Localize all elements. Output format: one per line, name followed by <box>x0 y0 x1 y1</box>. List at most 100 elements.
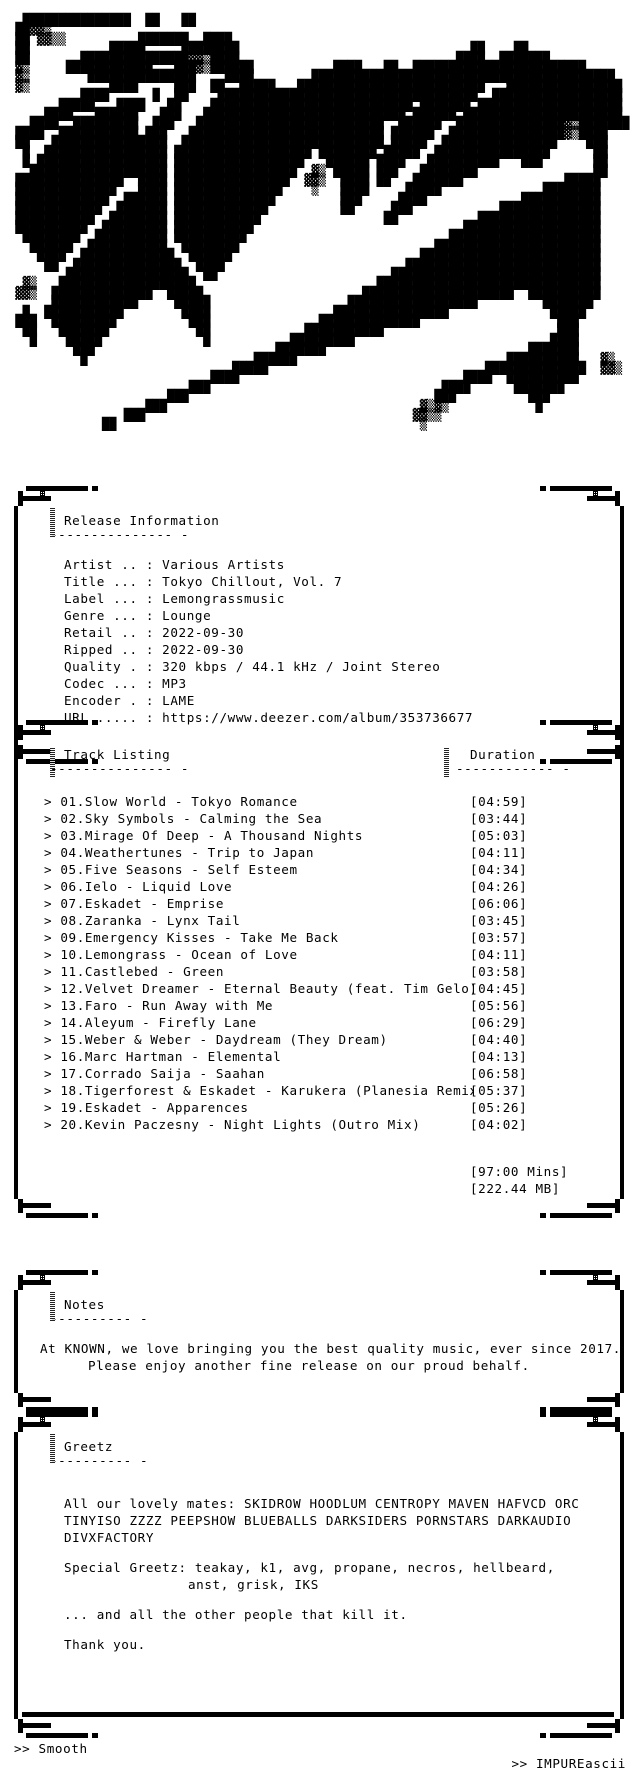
track-duration: [04:26] <box>470 879 528 894</box>
duration-rule: ------------ - <box>456 761 571 776</box>
track-row: > 08.Zaranka - Lynx Tail [03:45] <box>18 912 620 929</box>
notes-body: Notes ---------- - At KNOWN, we love bri… <box>14 1290 624 1393</box>
release-info-row: Label ... : Lemongrassmusic <box>64 591 285 606</box>
release-info-row: Encoder . : LAME <box>64 693 195 708</box>
track-duration: [05:56] <box>470 998 528 1013</box>
ascii-artist-signature: sM <box>505 78 521 91</box>
track-duration: [04:02] <box>470 1117 528 1132</box>
greetz-others-line: ... and all the other people that kill i… <box>64 1607 408 1622</box>
track-row: > 05.Five Seasons - Self Esteem [04:34] <box>18 861 620 878</box>
track-title: > 01.Slow World - Tokyo Romance <box>44 794 298 809</box>
track-row: > 07.Eskadet - Emprise [06:06] <box>18 895 620 912</box>
release-info-row: Genre ... : Lounge <box>64 608 212 623</box>
track-title: > 18.Tigerforest & Eskadet - Karukera (P… <box>44 1083 474 1098</box>
panel-corner-top <box>14 1268 624 1290</box>
track-title: > 04.Weathertunes - Trip to Japan <box>44 845 315 860</box>
track-duration: [05:37] <box>470 1083 528 1098</box>
track-duration: [06:29] <box>470 1015 528 1030</box>
track-row: > 13.Faro - Run Away with Me [05:56] <box>18 997 620 1014</box>
track-title: > 20.Kevin Paczesny - Night Lights (Outr… <box>44 1117 421 1132</box>
track-row: > 02.Sky Symbols - Calming the Sea [03:44… <box>18 810 620 827</box>
panel-corner-bottom <box>14 1199 624 1221</box>
track-duration: [04:59] <box>470 794 528 809</box>
track-duration: [05:03] <box>470 828 528 843</box>
notes-heading: Notes <box>64 1297 105 1312</box>
track-title: > 13.Faro - Run Away with Me <box>44 998 274 1013</box>
release-info-row: Title ... : Tokyo Chillout, Vol. 7 <box>64 574 343 589</box>
track-title: > 10.Lemongrass - Ocean of Love <box>44 947 298 962</box>
duration-accent-bar <box>444 747 449 777</box>
greetz-heading: Greetz <box>64 1439 114 1454</box>
track-title: > 05.Five Seasons - Self Esteem <box>44 862 298 877</box>
track-title: > 14.Aleyum - Firefly Lane <box>44 1015 257 1030</box>
track-listing-panel: Track Listing --------------- - Duration… <box>14 718 624 1221</box>
track-rows: > 01.Slow World - Tokyo Romance [04:59] > … <box>18 793 620 1133</box>
track-row: > 09.Emergency Kisses - Take Me Back [03:… <box>18 929 620 946</box>
track-duration: [05:26] <box>470 1100 528 1115</box>
greetz-thanks-line: Thank you. <box>64 1637 146 1652</box>
footer-left-credit: >> Smooth <box>14 1741 88 1756</box>
release-info-row: Ripped .. : 2022-09-30 <box>64 642 245 657</box>
panel-corner-top <box>14 1410 624 1432</box>
track-title: > 02.Sky Symbols - Calming the Sea <box>44 811 323 826</box>
greetz-panel: Greetz ---------- - All our lovely mates… <box>14 1410 624 1741</box>
total-size: [222.44 MB] <box>470 1181 561 1196</box>
track-row: > 04.Weathertunes - Trip to Japan [04:11] <box>18 844 620 861</box>
track-title: > 07.Eskadet - Emprise <box>44 896 225 911</box>
greetz-mates-line-2: TINYISO ZZZZ PEEPSHOW BLUEBALLS DARKSIDE… <box>64 1513 572 1528</box>
track-duration: [06:58] <box>470 1066 528 1081</box>
track-title: > 19.Eskadet - Apparences <box>44 1100 249 1115</box>
track-row: > 17.Corrado Saija - Saahan [06:58] <box>18 1065 620 1082</box>
track-row: > 11.Castlebed - Green [03:58] <box>18 963 620 980</box>
track-title: > 15.Weber & Weber - Daydream (They Drea… <box>44 1032 388 1047</box>
track-title: > 08.Zaranka - Lynx Tail <box>44 913 241 928</box>
track-row: > 10.Lemongrass - Ocean of Love [04:11] <box>18 946 620 963</box>
track-title: > 11.Castlebed - Green <box>44 964 225 979</box>
release-information-heading: Release Information <box>64 513 220 528</box>
track-duration: [03:58] <box>470 964 528 979</box>
release-info-row: Quality . : 320 kbps / 44.1 kHz / Joint … <box>64 659 441 674</box>
track-row: > 06.Ielo - Liquid Love [04:26] <box>18 878 620 895</box>
bottom-divider <box>22 1712 614 1717</box>
track-listing-rule: --------------- - <box>50 761 190 776</box>
total-size-row: [222.44 MB] <box>18 1163 620 1196</box>
notes-panel: Notes ---------- - At KNOWN, we love bri… <box>14 1268 624 1415</box>
special-greetz-line-2: anst, grisk, IKS <box>188 1577 319 1592</box>
track-duration: [04:45] <box>470 981 528 996</box>
track-duration: [06:06] <box>470 896 528 911</box>
release-info-row: Artist .. : Various Artists <box>64 557 285 572</box>
footer-right-credit: >> IMPUREascii <box>511 1756 626 1771</box>
track-duration: [04:34] <box>470 862 528 877</box>
track-row: > 20.Kevin Paczesny - Night Lights (Outr… <box>18 1116 620 1133</box>
greetz-mates-line-1: All our lovely mates: SKIDROW HOODLUM CE… <box>64 1496 580 1511</box>
nfo-document: ███████████████ ██ ██ ██▓▓▒ ██ ▓▓▒▒ ████… <box>0 0 638 1771</box>
track-duration: [04:11] <box>470 947 528 962</box>
ascii-logo-art: ███████████████ ██ ██ ██▓▓▒ ██ ▓▓▒▒ ████… <box>15 13 630 432</box>
track-duration: [03:57] <box>470 930 528 945</box>
release-information-rows: Artist .. : Various Artists Title ... : T… <box>18 556 620 726</box>
greetz-body: Greetz ---------- - All our lovely mates… <box>14 1432 624 1719</box>
track-row: > 18.Tigerforest & Eskadet - Karukera (P… <box>18 1082 620 1099</box>
track-title: > 06.Ielo - Liquid Love <box>44 879 233 894</box>
track-duration: [04:11] <box>470 845 528 860</box>
track-duration: [03:44] <box>470 811 528 826</box>
track-row: > 19.Eskadet - Apparences [05:26] <box>18 1099 620 1116</box>
notes-line-1: At KNOWN, we love bringing you the best … <box>40 1341 621 1356</box>
track-listing-body: Track Listing --------------- - Duration… <box>14 740 624 1199</box>
special-greetz-line-1: Special Greetz: teakay, k1, avg, propane… <box>64 1560 555 1575</box>
track-row: > 15.Weber & Weber - Daydream (They Drea… <box>18 1031 620 1048</box>
total-duration-row: [97:00 Mins] <box>18 1146 620 1179</box>
track-duration: [03:45] <box>470 913 528 928</box>
track-row: > 14.Aleyum - Firefly Lane [06:29] <box>18 1014 620 1031</box>
track-title: > 17.Corrado Saija - Saahan <box>44 1066 265 1081</box>
notes-line-2: Please enjoy another fine release on our… <box>88 1358 530 1373</box>
track-title: > 03.Mirage Of Deep - A Thousand Nights <box>44 828 364 843</box>
track-row: > 03.Mirage Of Deep - A Thousand Nights [… <box>18 827 620 844</box>
track-duration: [04:40] <box>470 1032 528 1047</box>
footer: >> Smooth >> IMPUREascii <box>0 1726 638 1786</box>
track-row: > 16.Marc Hartman - Elemental [04:13] <box>18 1048 620 1065</box>
release-info-row: Retail .. : 2022-09-30 <box>64 625 245 640</box>
release-information-body: Release Information --------------- - Ar… <box>14 506 624 745</box>
track-row: > 01.Slow World - Tokyo Romance [04:59] <box>18 793 620 810</box>
track-title: > 09.Emergency Kisses - Take Me Back <box>44 930 339 945</box>
